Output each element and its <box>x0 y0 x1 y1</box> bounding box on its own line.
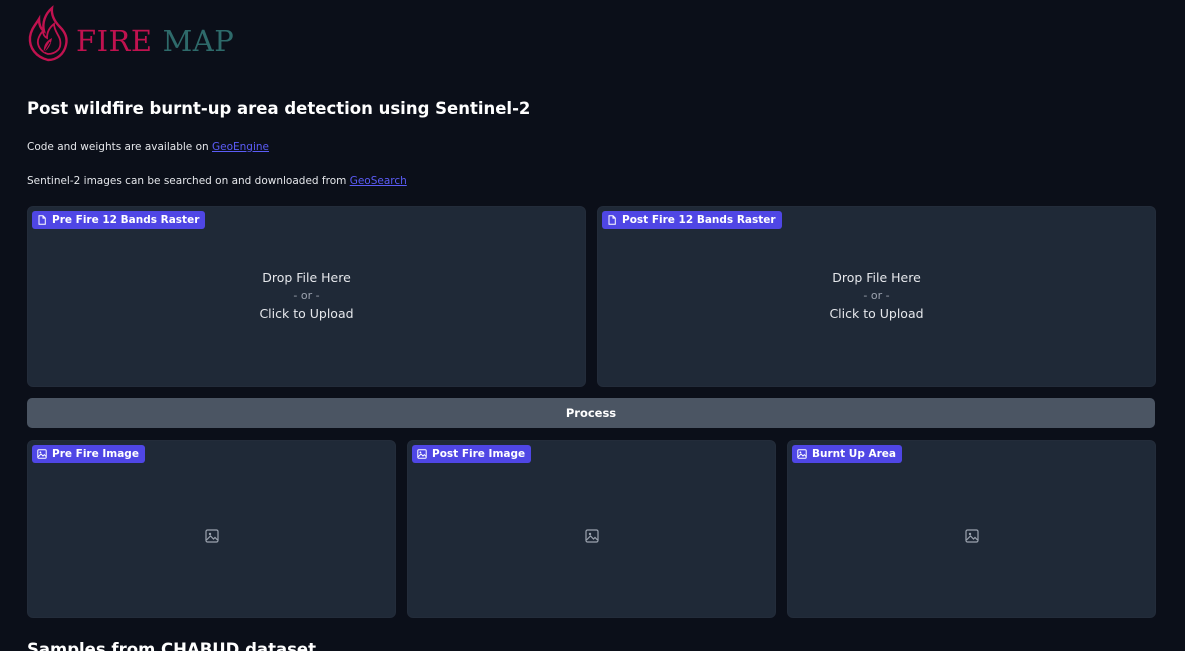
post-fire-image-label: Post Fire Image <box>412 445 532 463</box>
burnt-up-area-output: Burnt Up Area <box>787 440 1156 618</box>
image-placeholder-icon <box>204 529 219 543</box>
click-to-upload-text: Click to Upload <box>259 306 354 321</box>
file-icon <box>608 215 616 225</box>
samples-section-title: Samples from CHABUD dataset <box>27 640 316 651</box>
post-fire-upload-dropzone[interactable]: Post Fire 12 Bands Raster Drop File Here… <box>597 206 1156 387</box>
image-icon <box>797 449 807 459</box>
pre-fire-image-label-text: Pre Fire Image <box>52 448 139 460</box>
pre-fire-upload-dropzone[interactable]: Pre Fire 12 Bands Raster Drop File Here … <box>27 206 586 387</box>
post-fire-upload-label: Post Fire 12 Bands Raster <box>602 211 782 229</box>
post-fire-drop-text: Drop File Here - or - Click to Upload <box>598 269 1155 323</box>
click-to-upload-text: Click to Upload <box>829 306 924 321</box>
or-separator: - or - <box>293 289 320 302</box>
code-availability-text: Code and weights are available on <box>27 141 212 153</box>
process-button[interactable]: Process <box>27 398 1155 428</box>
logo-text: FIRE MAP <box>76 24 234 58</box>
drop-file-here-text: Drop File Here <box>262 270 351 285</box>
drop-file-here-text: Drop File Here <box>832 270 921 285</box>
post-fire-image-label-text: Post Fire Image <box>432 448 526 460</box>
burnt-up-area-label-text: Burnt Up Area <box>812 448 897 460</box>
logo: FIRE MAP <box>26 4 234 64</box>
logo-map-text: MAP <box>162 24 235 58</box>
pre-fire-drop-text: Drop File Here - or - Click to Upload <box>28 269 585 323</box>
pre-fire-image-output: Pre Fire Image <box>27 440 396 618</box>
or-separator: - or - <box>863 289 890 302</box>
pre-fire-upload-label: Pre Fire 12 Bands Raster <box>32 211 206 229</box>
image-placeholder-icon <box>584 529 599 543</box>
pre-fire-image-label: Pre Fire Image <box>32 445 145 463</box>
sentinel-search-line: Sentinel-2 images can be searched on and… <box>27 175 407 187</box>
image-icon <box>37 449 47 459</box>
page: FIRE MAP Post wildfire burnt-up area dete… <box>0 0 1185 651</box>
file-icon <box>38 215 46 225</box>
flame-logo-icon <box>28 5 68 62</box>
image-icon <box>417 449 427 459</box>
logo-fire-text: FIRE <box>76 24 153 58</box>
sentinel-search-text: Sentinel-2 images can be searched on and… <box>27 175 350 187</box>
post-fire-upload-label-text: Post Fire 12 Bands Raster <box>622 214 776 226</box>
post-fire-image-output: Post Fire Image <box>407 440 776 618</box>
geosearch-link[interactable]: GeoSearch <box>350 175 407 187</box>
pre-fire-upload-label-text: Pre Fire 12 Bands Raster <box>52 214 200 226</box>
burnt-up-area-label: Burnt Up Area <box>792 445 903 463</box>
code-availability-line: Code and weights are available on GeoEng… <box>27 141 269 153</box>
page-title: Post wildfire burnt-up area detection us… <box>27 99 531 118</box>
image-placeholder-icon <box>964 529 979 543</box>
geoengine-link[interactable]: GeoEngine <box>212 141 269 153</box>
